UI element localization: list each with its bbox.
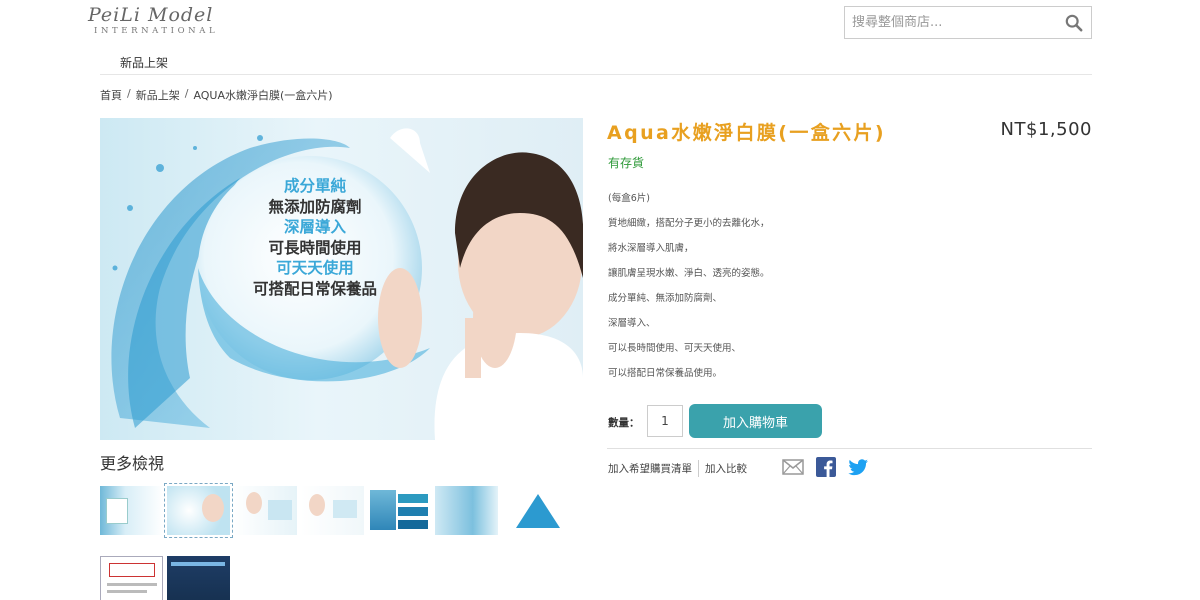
mail-icon[interactable] — [782, 459, 804, 475]
gallery-thumbnail[interactable] — [368, 486, 431, 535]
gallery-thumbnail[interactable] — [167, 556, 230, 600]
facebook-icon[interactable] — [816, 457, 836, 477]
product-main-image[interactable]: 成分單純 無添加防腐劑 深層導入 可長時間使用 可天天使用 可搭配日常保養品 — [100, 118, 583, 440]
twitter-icon[interactable] — [848, 458, 868, 476]
search-icon[interactable] — [1065, 14, 1083, 32]
gallery-thumbnail[interactable] — [100, 556, 163, 600]
gallery-thumbnail[interactable] — [100, 486, 163, 535]
gallery-thumbnail[interactable] — [435, 486, 498, 535]
hero-line: 深層導入 — [283, 218, 346, 236]
hero-line: 可搭配日常保養品 — [252, 279, 377, 298]
description-line: 質地細緻，搭配分子更小的去離化水， — [608, 218, 770, 229]
hero-line: 可長時間使用 — [268, 238, 362, 257]
stock-status: 有存貨 — [608, 156, 645, 170]
breadcrumb-home[interactable]: 首頁 — [100, 87, 122, 103]
gallery-thumbnail[interactable] — [164, 483, 233, 538]
breadcrumb-separator: / — [184, 87, 189, 100]
add-to-compare-link[interactable]: 加入比較 — [705, 461, 747, 476]
description-line: 可以長時間使用、可天天使用、 — [608, 343, 742, 354]
gallery-thumbnail[interactable] — [502, 486, 565, 535]
product-description: (每盒6片) 質地細緻，搭配分子更小的去離化水， 將水深層導入肌膚， 讓肌膚呈現… — [608, 186, 770, 386]
breadcrumb-category[interactable]: 新品上架 — [136, 87, 180, 103]
product-price: NT$1,500 — [1000, 119, 1092, 140]
hero-text: 成分單純 無添加防腐劑 深層導入 可長時間使用 可天天使用 可搭配日常保養品 — [220, 176, 410, 299]
add-to-wishlist-link[interactable]: 加入希望購買清單 — [608, 461, 692, 476]
breadcrumb: 首頁 / 新品上架 / AQUA水嫩淨白膜(一盒六片) — [100, 87, 333, 103]
description-line: 將水深層導入肌膚， — [608, 243, 694, 254]
gallery-thumbnail[interactable] — [301, 486, 364, 535]
description-line: 讓肌膚呈現水嫩、淨白、透亮的姿態。 — [608, 268, 770, 279]
site-logo[interactable]: PeiLi Model INTERNATIONAL — [88, 5, 238, 36]
nav-item-new-arrivals[interactable]: 新品上架 — [120, 54, 168, 71]
more-views-heading: 更多檢視 — [100, 454, 165, 473]
quantity-label: 數量： — [608, 417, 640, 429]
quantity-input[interactable] — [647, 405, 683, 437]
logo-main-text: PeiLi Model — [88, 4, 214, 26]
product-title: Aqua水嫩淨白膜(一盒六片) — [607, 122, 887, 144]
divider — [698, 460, 699, 477]
description-line: 可以搭配日常保養品使用。 — [608, 368, 723, 379]
add-to-cart-button[interactable]: 加入購物車 — [689, 404, 822, 438]
description-line: 成分單純、無添加防腐劑、 — [608, 293, 723, 304]
logo-sub-text: INTERNATIONAL — [94, 26, 219, 36]
divider — [607, 448, 1092, 449]
breadcrumb-separator: / — [127, 87, 131, 100]
breadcrumb-current: AQUA水嫩淨白膜(一盒六片) — [193, 89, 333, 102]
hero-line: 成分單純 — [283, 177, 346, 195]
product-actions: 加入希望購買清單 加入比較 — [608, 460, 747, 477]
hero-line: 無添加防腐劑 — [268, 197, 362, 216]
description-line: 深層導入、 — [608, 318, 656, 329]
main-nav: 新品上架 — [100, 52, 1092, 75]
description-line: (每盒6片) — [608, 193, 650, 204]
share-icons — [782, 457, 868, 477]
search-box — [844, 6, 1092, 39]
gallery-thumbnail[interactable] — [234, 486, 297, 535]
hero-line: 可天天使用 — [276, 259, 354, 277]
search-input[interactable] — [845, 15, 1055, 30]
